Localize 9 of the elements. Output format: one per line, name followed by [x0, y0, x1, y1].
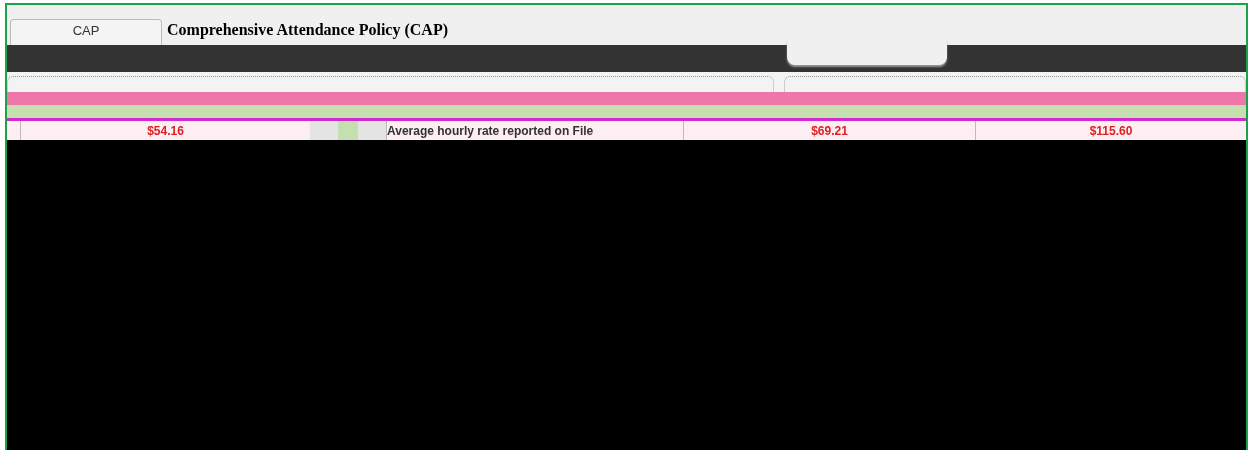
button-block [358, 121, 386, 140]
amount-text: $69.21 [811, 123, 848, 138]
row-label: Average hourly rate reported on File [387, 123, 594, 138]
amount-text: $115.60 [1089, 123, 1133, 138]
page-title: Comprehensive Attendance Policy (CAP) [167, 21, 448, 41]
toolbar-button[interactable] [787, 40, 947, 65]
amount-text: $54.16 [147, 123, 184, 138]
cap-tab[interactable]: CAP [10, 19, 162, 45]
button-block [310, 121, 338, 140]
